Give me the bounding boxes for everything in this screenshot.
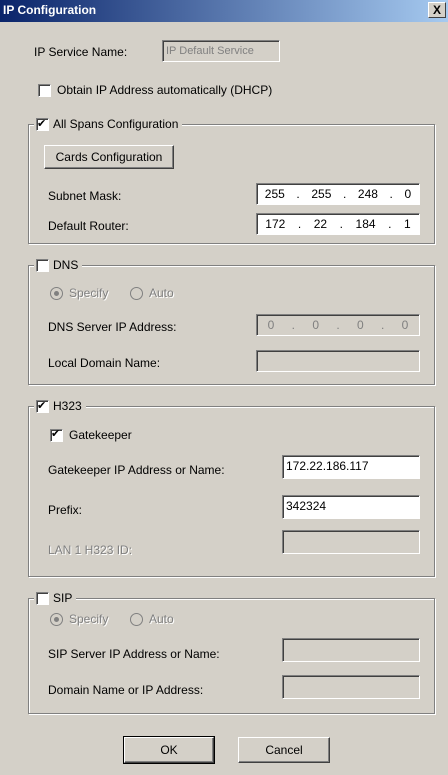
subnet-octet-2: 255 <box>311 187 332 201</box>
subnet-octet-1: 255 <box>264 187 285 201</box>
all-spans-legend[interactable]: All Spans Configuration <box>34 116 183 132</box>
dns-octet-1: 0 <box>267 318 275 332</box>
dns-label: DNS <box>53 258 79 272</box>
local-domain-label: Local Domain Name: <box>48 356 161 370</box>
dhcp-option[interactable]: Obtain IP Address automatically (DHCP) <box>38 83 272 97</box>
cancel-button[interactable]: Cancel <box>238 737 330 763</box>
sip-specify-radio[interactable] <box>50 612 63 626</box>
subnet-mask-label: Subnet Mask: <box>48 189 122 203</box>
dns-octet-3: 0 <box>356 318 364 332</box>
router-octet-4: 1 <box>404 217 411 231</box>
h323-checkbox[interactable] <box>36 398 49 414</box>
sip-domain-field[interactable] <box>282 675 420 699</box>
gatekeeper-address-field[interactable]: 172.22.186.117 <box>282 455 420 479</box>
gatekeeper-checkbox[interactable] <box>50 427 63 442</box>
h323-label: H323 <box>53 399 82 413</box>
default-router-label: Default Router: <box>48 219 129 233</box>
service-name-label: IP Service Name: <box>34 45 128 59</box>
sip-auto-option[interactable]: Auto <box>130 612 174 626</box>
sip-label: SIP <box>53 591 73 605</box>
sip-specify-label: Specify <box>69 612 109 626</box>
router-octet-1: 172 <box>265 217 286 231</box>
gatekeeper-address-label: Gatekeeper IP Address or Name: <box>48 463 225 477</box>
lan-h323-id-field[interactable] <box>282 530 420 554</box>
service-name-field: IP Default Service <box>162 40 280 62</box>
sip-server-field[interactable] <box>282 638 420 662</box>
sip-auto-label: Auto <box>149 612 174 626</box>
subnet-octet-3: 248 <box>357 187 378 201</box>
dns-specify-option[interactable]: Specify <box>50 286 108 300</box>
dns-octet-4: 0 <box>401 318 409 332</box>
default-router-field[interactable]: 172. 22. 184. 1 <box>256 213 420 235</box>
dns-auto-option[interactable]: Auto <box>130 286 174 300</box>
all-spans-label: All Spans Configuration <box>53 117 179 131</box>
dns-specify-radio[interactable] <box>50 286 63 300</box>
cards-configuration-button[interactable]: Cards Configuration <box>44 145 174 169</box>
h323-legend[interactable]: H323 <box>34 398 86 414</box>
dns-specify-label: Specify <box>69 286 109 300</box>
sip-legend[interactable]: SIP <box>34 590 77 606</box>
router-octet-3: 184 <box>355 217 376 231</box>
close-button[interactable]: X <box>428 2 446 18</box>
gatekeeper-option[interactable]: Gatekeeper <box>50 427 132 442</box>
sip-domain-label: Domain Name or IP Address: <box>48 683 204 697</box>
sip-auto-radio[interactable] <box>130 612 143 626</box>
dns-legend[interactable]: DNS <box>34 257 83 273</box>
all-spans-checkbox[interactable] <box>36 116 49 132</box>
dns-server-field[interactable]: 0. 0. 0. 0 <box>256 314 420 336</box>
local-domain-field[interactable] <box>256 350 420 372</box>
gatekeeper-label: Gatekeeper <box>69 428 132 442</box>
dns-auto-radio[interactable] <box>130 286 143 300</box>
sip-checkbox[interactable] <box>36 591 49 605</box>
window-title: IP Configuration <box>3 3 97 17</box>
prefix-label: Prefix: <box>48 503 83 517</box>
prefix-field[interactable]: 342324 <box>282 495 420 519</box>
ip-configuration-dialog: IP Configuration X IP Service Name: IP D… <box>0 0 448 775</box>
dns-auto-label: Auto <box>149 286 174 300</box>
dhcp-checkbox[interactable] <box>38 83 51 97</box>
router-octet-2: 22 <box>313 217 328 231</box>
lan-h323-id-label: LAN 1 H323 ID: <box>48 543 133 557</box>
sip-specify-option[interactable]: Specify <box>50 612 108 626</box>
dns-checkbox[interactable] <box>36 258 49 272</box>
subnet-octet-4: 0 <box>404 187 412 201</box>
dns-server-label: DNS Server IP Address: <box>48 320 177 334</box>
title-bar: IP Configuration X <box>0 0 448 22</box>
dns-octet-2: 0 <box>312 318 319 332</box>
ok-button[interactable]: OK <box>123 736 215 764</box>
dhcp-label: Obtain IP Address automatically (DHCP) <box>57 83 273 97</box>
sip-server-label: SIP Server IP Address or Name: <box>48 647 220 661</box>
subnet-mask-field[interactable]: 255. 255. 248. 0 <box>256 183 420 205</box>
